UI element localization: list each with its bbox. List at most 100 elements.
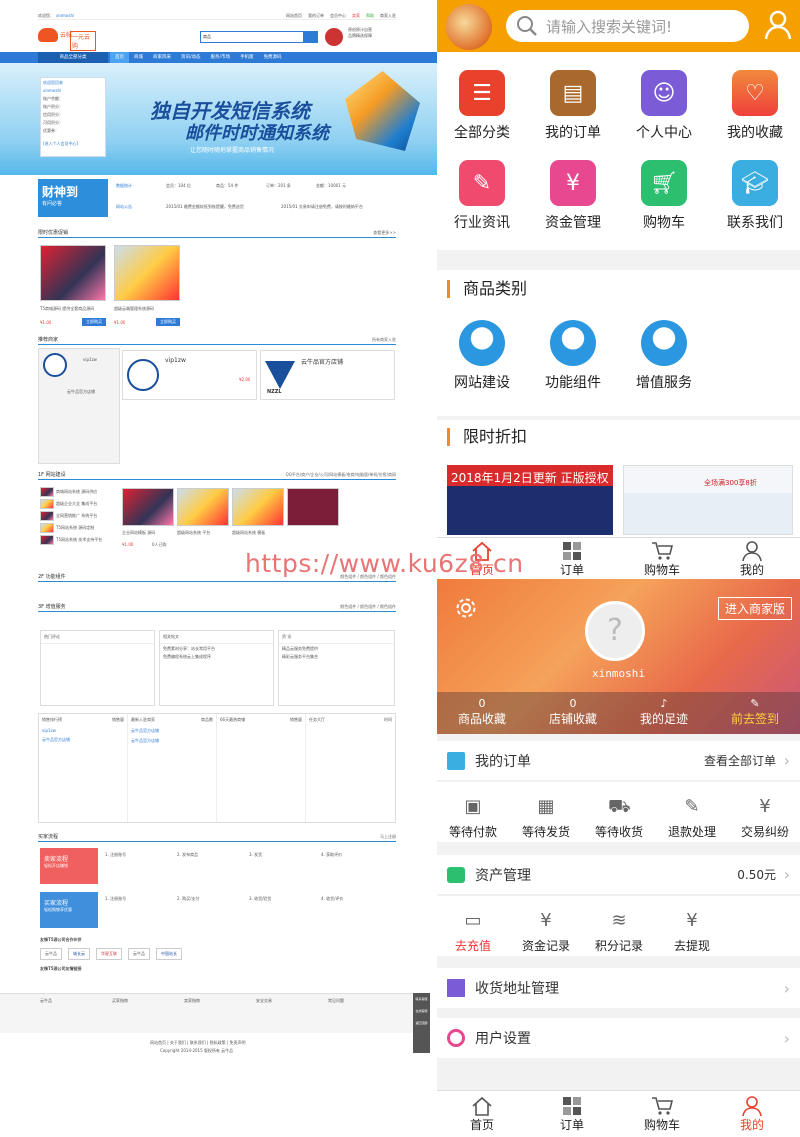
rank-row[interactable]: 云牛品官方店铺 [39,735,127,745]
category-value-added-services[interactable]: 增值服务 [619,372,709,392]
shop-card-2[interactable]: vip1zw ¥2.00 [122,350,257,400]
list-item-3[interactable]: 全网营销推广 系统平台 [56,513,97,519]
partner-logo[interactable]: 华星互联 [96,948,122,960]
nav-item-mall[interactable]: 商城 [129,52,148,63]
news-item-2[interactable]: 精彩云服务平台集合 [279,654,394,660]
recharge-button[interactable]: ▭ 去充值 [437,911,509,954]
home-tab-mine[interactable]: 我的 [707,541,797,578]
nav-item-services[interactable]: 服务/市场 [206,52,236,63]
desktop-search-input[interactable]: 商品 [200,31,304,43]
topbar-username[interactable]: xinmoshi [56,13,74,18]
site-logo[interactable]: 云帖 一元云购 [38,26,96,51]
grid-label-contact[interactable]: 联系我们 [710,212,800,232]
user-panel-center-link[interactable]: [进入个人会员中心] [43,141,103,147]
function-components-icon[interactable] [550,320,596,366]
news-item-1[interactable]: 精品云服务免费提供 [279,644,394,654]
product-image-4[interactable] [287,488,339,526]
my-orders-icon[interactable]: ▤ [550,70,596,116]
category-function-components[interactable]: 功能组件 [528,372,618,392]
value-added-services-icon[interactable] [641,320,687,366]
promo-product-name-1[interactable]: T5商城源码 提供全套商品源码 [40,306,106,312]
profile-tab-orders[interactable]: 订单 [527,1096,617,1133]
shop-card-1[interactable]: vip1zw 云牛品官方店铺 [38,348,120,464]
grid-label-personal-center[interactable]: 个人中心 [619,122,709,142]
desktop-search-button[interactable] [304,31,318,43]
rank-row[interactable]: 云牛品官方店铺 [128,736,216,746]
all-categories-icon[interactable]: ☰ [459,70,505,116]
promo-buy-button-1[interactable]: 立即购买 [82,318,106,326]
partner-logo[interactable]: 中国站长 [156,948,182,960]
personal-center-icon[interactable]: ☺ [641,70,687,116]
flash-sale-banner-2[interactable]: 全场满300享8折 [623,465,793,535]
order-pending-payment[interactable]: ▣ 等待付款 [437,797,509,840]
user-settings-row[interactable]: 用户设置 › [437,1018,800,1058]
profile-tab-mine[interactable]: 我的 [707,1096,797,1133]
partner-logo[interactable]: 城长云 [68,948,90,960]
user-icon[interactable] [764,10,792,40]
float-back-top-button[interactable]: 返回顶部 [413,1017,430,1029]
list-thumb[interactable] [40,535,54,545]
product-name-1[interactable]: 企业网站模板 源码 [122,530,174,536]
promo-product-image-1[interactable] [40,245,106,301]
view-all-orders-link[interactable]: 查看全部订单 [704,752,776,769]
section-limited-promo-more[interactable]: 查看更多>> [373,230,396,236]
home-tab-orders[interactable]: 订单 [527,541,617,578]
rank-row[interactable]: 云牛品官方店铺 [128,726,216,736]
flash-sale-banner-1[interactable]: 2018年1月2日更新 正版授权 [447,465,613,535]
promo-product-image-2[interactable] [114,245,180,301]
list-thumb[interactable] [40,499,54,509]
website-building-icon[interactable] [459,320,505,366]
asset-management-row[interactable]: 资产管理 0.50元 › [437,855,800,895]
topbar-link-help[interactable]: 帮助 [366,13,374,19]
my-orders-row[interactable]: 我的订单 查看全部订单 › [437,741,800,781]
points-records-button[interactable]: ≋ 积分记录 [583,911,655,954]
stat-shop-favorites[interactable]: 0 店铺收藏 [528,697,618,727]
enter-merchant-button[interactable]: 进入商家版 [717,597,792,620]
grid-label-cart[interactable]: 购物车 [619,212,709,232]
footer-links[interactable]: 网站首页 | 关于我们 | 联系我们 | 隐私政策 | 免责声明 [150,1040,246,1046]
topbar-link-seller[interactable]: 卖家 [352,13,360,19]
nav-item-source[interactable]: 免费源码 [259,52,287,63]
withdraw-button[interactable]: ¥ 去提现 [656,911,728,954]
product-image-1[interactable] [122,488,174,526]
section-flow-more[interactable]: 马上注册 [380,834,396,840]
nav-item-news[interactable]: 资讯/动态 [176,52,206,63]
list-item-2[interactable]: 超级企业大全 集成平台 [56,501,97,507]
order-pending-receipt[interactable]: ⛟ 等待收货 [583,797,655,840]
product-image-3[interactable] [232,488,284,526]
section-3f-more[interactable]: 颜色组件 / 颜色组件 / 颜色组件 [340,604,396,610]
nav-item-mobile[interactable]: 手机版 [235,52,259,63]
notice-1[interactable]: 2015/01 缴费金额较低到账提醒，免费送货 [166,204,281,210]
order-refund[interactable]: ✎ 退款处理 [656,797,728,840]
stat-footprint[interactable]: ♪ 我的足迹 [619,697,709,727]
avatar-placeholder-icon[interactable]: ? [585,601,645,661]
grid-label-favorites[interactable]: 我的收藏 [710,122,800,142]
list-item-4[interactable]: T5网站系统 源码定制 [56,525,94,531]
section-shops-more[interactable]: 所有商家入驻 [372,337,396,343]
address-management-row[interactable]: 收货地址管理 › [437,968,800,1008]
mobile-search-input[interactable]: 请输入搜索关键词! [506,10,749,42]
list-thumb[interactable] [40,511,54,521]
grid-label-industry-news[interactable]: 行业资讯 [437,212,527,232]
grid-label-all-categories[interactable]: 全部分类 [437,122,527,142]
category-website-building[interactable]: 网站建设 [437,372,527,392]
settings-gear-icon[interactable] [455,597,477,619]
list-item-5[interactable]: T5网站系统 技术支持平台 [56,537,102,543]
list-item-1[interactable]: 商城网站系统 源码供应 [56,489,97,495]
float-contact-button[interactable]: 联系客服 [413,993,430,1005]
fund-records-button[interactable]: ¥ 资金记录 [510,911,582,954]
nav-item-home[interactable]: 首页 [110,52,129,63]
grid-label-fund-management[interactable]: 资金管理 [528,212,618,232]
related-post-2[interactable]: 免费编程系统云上集成程序 [160,654,273,660]
home-tab-cart[interactable]: 购物车 [617,541,707,578]
list-thumb[interactable] [40,523,54,533]
partner-logo[interactable]: 云牛品 [40,948,62,960]
order-pending-shipment[interactable]: ▦ 等待发货 [510,797,582,840]
list-thumb[interactable] [40,487,54,497]
section-1f-more[interactable]: QQ平台/商户/企业/公司/网站模板/电商/电脑版/单机/仿鱼/商网 [286,472,396,478]
promo-product-name-2[interactable]: 超级云端管理系统源码 [114,306,180,312]
nav-item-shops[interactable]: 商家风采 [148,52,176,63]
topbar-link-member[interactable]: 会员中心 [330,13,346,19]
nav-all-categories[interactable]: 商品全部分类 [38,52,108,63]
topbar-link-join[interactable]: 商家入驻 [380,13,396,19]
